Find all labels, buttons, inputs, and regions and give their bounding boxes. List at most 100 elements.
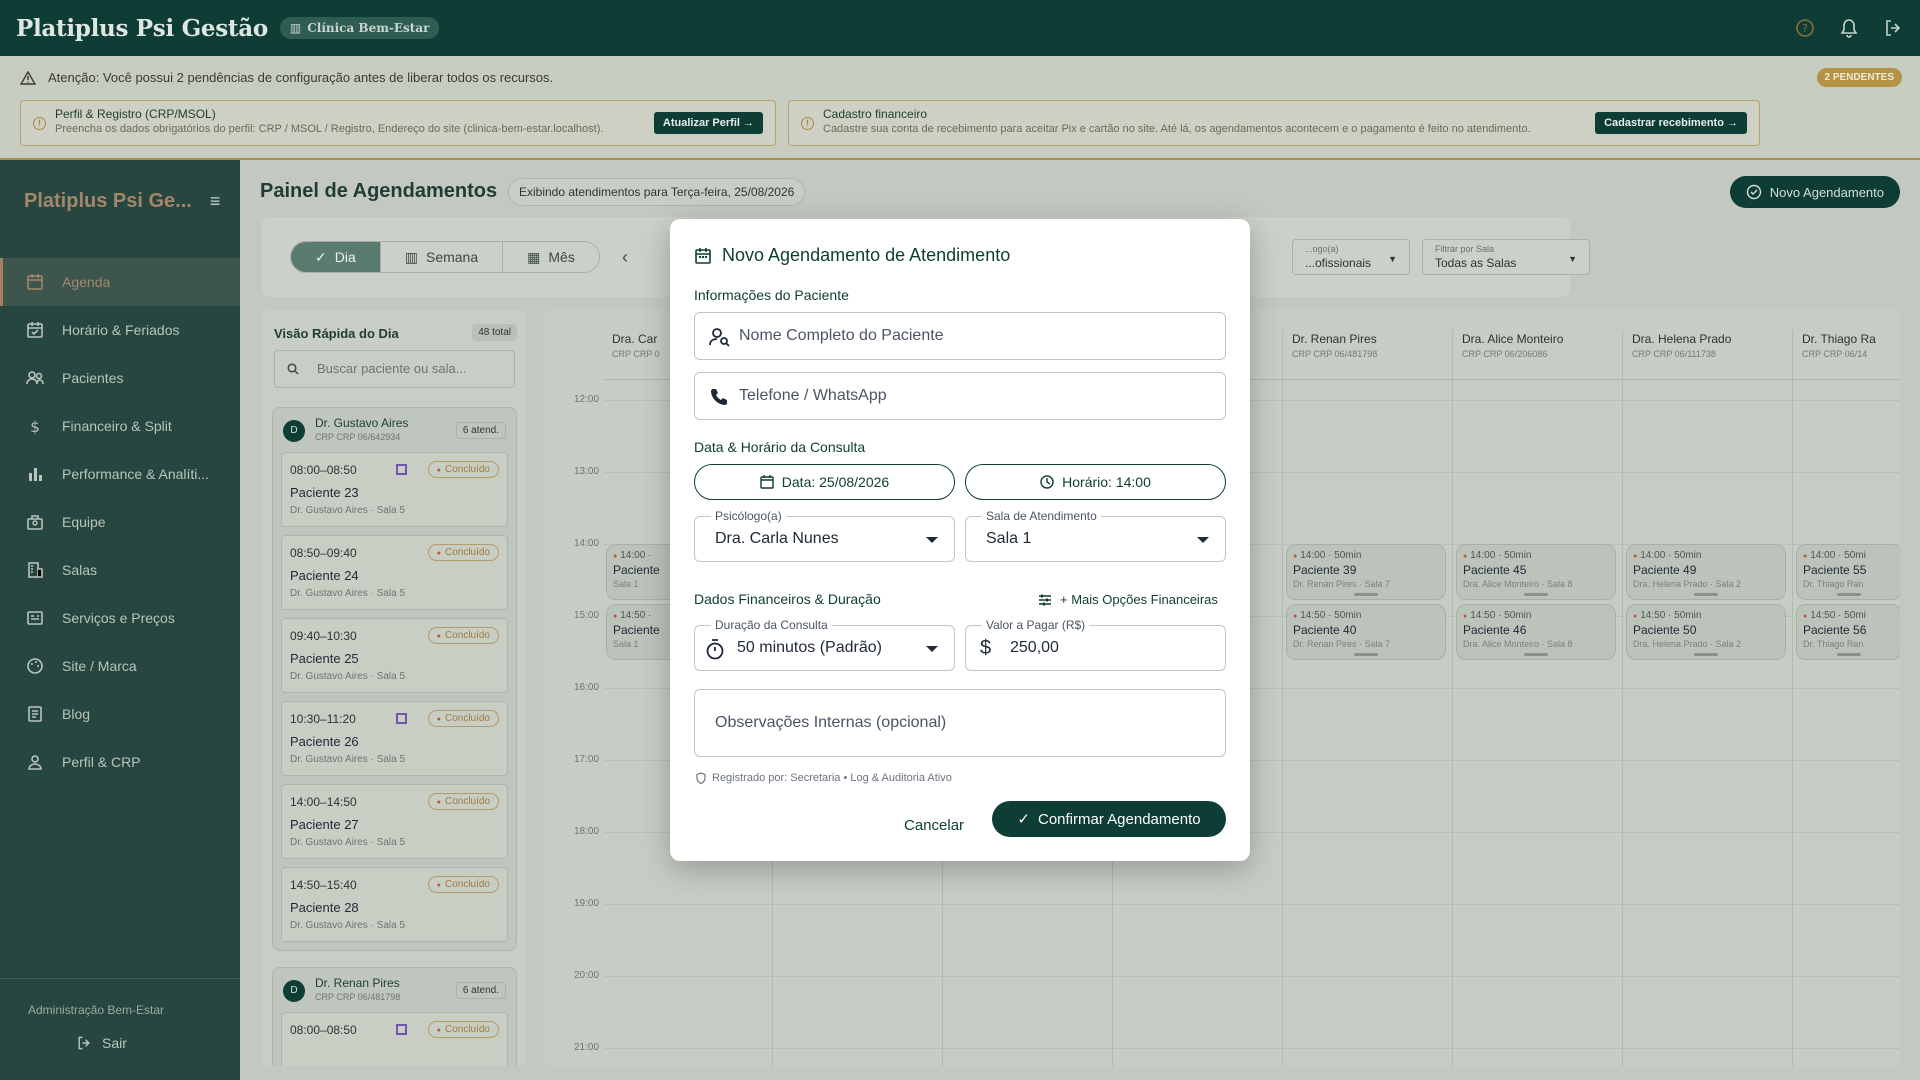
sidebar-item-8[interactable]: Site / Marca (0, 642, 240, 690)
sidebar-item-2[interactable]: Pacientes (0, 354, 240, 402)
column-header: Dra. Helena Prado CRP CRP 06/111738 (1632, 332, 1731, 359)
users-icon (26, 369, 44, 387)
logout-icon[interactable] (1882, 17, 1904, 39)
event-patient: Paciente 49 (1633, 563, 1697, 577)
quick-appointment-item[interactable]: 14:50–15:40 Paciente 28 Dr. Gustavo Aires … (281, 867, 508, 942)
status-dropdown[interactable]: Concluído (427, 544, 499, 561)
hour-label: 20:00 (574, 970, 600, 981)
quick-appointment-item[interactable]: 08:00–08:50 Concluído (281, 1012, 508, 1066)
resize-handle[interactable] (1524, 593, 1548, 596)
event-time: 14:50 · 50mi (1803, 610, 1895, 621)
sidebar-item-7[interactable]: Serviços e Preços (0, 594, 240, 642)
resize-handle[interactable] (1524, 653, 1548, 656)
phone-input[interactable]: Telefone / WhatsApp (694, 372, 1226, 420)
event-patient: Paciente 39 (1293, 563, 1357, 577)
column-header: Dr. Thiago Ra CRP CRP 06/14 (1802, 332, 1876, 359)
quick-view-total: 48 total (472, 324, 517, 341)
status-dropdown[interactable]: Concluído (427, 793, 499, 810)
psychologist-select[interactable]: Psicólogo(a) Dra. Carla Nunes (694, 509, 955, 562)
quick-appointment-item[interactable]: 08:00–08:50 Paciente 23 Dr. Gustavo Aires … (281, 452, 508, 527)
new-appointment-button[interactable]: Novo Agendamento (1729, 176, 1900, 208)
quick-search-placeholder: Buscar paciente ou sala... (317, 361, 467, 376)
event-time: 14:50 · 50min (1633, 610, 1779, 621)
clinic-chip[interactable]: ▥ Clínica Bem-Estar (279, 17, 440, 39)
bar-chart-icon (26, 465, 44, 483)
quick-appointment-item[interactable]: 10:30–11:20 Paciente 26 Dr. Gustavo Aires … (281, 701, 508, 776)
time-picker-button[interactable]: Horário: 14:00 (965, 464, 1226, 500)
collapse-menu-icon[interactable]: ≡ (210, 191, 221, 212)
prev-day-icon[interactable]: ‹ (622, 247, 628, 268)
view-day-button[interactable]: ✓ Dia (291, 242, 381, 272)
sidebar-item-6[interactable]: Salas (0, 546, 240, 594)
calendar-event[interactable]: 14:50 · 50min Paciente 46 Dra. Alice Monte… (1456, 604, 1616, 660)
cancel-button[interactable]: Cancelar (904, 809, 964, 842)
quick-search-input[interactable]: Buscar paciente ou sala... (274, 350, 515, 388)
chevron-down-icon (926, 646, 938, 652)
calendar-event[interactable]: 14:50 · 50min Paciente 40 Dr. Renan Pires … (1286, 604, 1446, 660)
timer-icon (706, 639, 724, 660)
status-dropdown[interactable]: Concluído (427, 627, 499, 644)
view-month-button[interactable]: ▦ Mês (503, 242, 599, 272)
duration-select[interactable]: Duração da Consulta 50 minutos (Padrão) (694, 618, 955, 671)
sidebar-item-10[interactable]: Perfil & CRP (0, 738, 240, 786)
room-select[interactable]: Sala de Atendimento Sala 1 (965, 509, 1226, 562)
status-dropdown[interactable]: Concluído (427, 710, 499, 727)
admin-label: Administração Bem-Estar (28, 1003, 165, 1017)
appointment-time: 10:30–11:20 (290, 712, 356, 726)
sidebar-item-label: Pacientes (62, 370, 124, 386)
quick-group: D Dr. Renan Pires CRP CRP 06/481798 6 atend… (272, 967, 517, 1066)
filter-psychologist[interactable]: ...ogo(a) ...ofissionais ▼ (1292, 239, 1410, 275)
resize-handle[interactable] (1354, 593, 1378, 596)
status-dropdown[interactable]: Concluído (427, 461, 499, 478)
status-dropdown[interactable]: Concluído (427, 876, 499, 893)
quick-appointment-item[interactable]: 14:00–14:50 Paciente 27 Dr. Gustavo Aires … (281, 784, 508, 859)
view-week-button[interactable]: ▥ Semana (381, 242, 504, 272)
psychologist-label: Psicólogo(a) (711, 509, 786, 523)
clinic-name: Clínica Bem-Estar (307, 21, 430, 35)
sidebar-item-0[interactable]: Agenda (0, 258, 240, 306)
help-icon[interactable]: ? (1794, 17, 1816, 39)
price-input[interactable]: Valor a Pagar (R$) $ 250,00 (965, 618, 1226, 671)
psychologist-crp: CRP CRP 06/481798 (315, 992, 401, 1002)
sidebar-item-9[interactable]: Blog (0, 690, 240, 738)
quick-group-header[interactable]: D Dr. Gustavo Aires CRP CRP 06/642934 6 ate… (273, 408, 516, 452)
calendar-event[interactable]: 14:00 · 50mi Paciente 55 Dr. Thiago Ran (1796, 544, 1900, 600)
filter-room-value: Todas as Salas (1435, 256, 1517, 270)
column-divider (1452, 330, 1453, 1066)
sidebar-item-1[interactable]: Horário & Feriados (0, 306, 240, 354)
calendar-event[interactable]: 14:50 · 50min Paciente 50 Dra. Helena Prad… (1626, 604, 1786, 660)
sidebar-brand: Platiplus Psi Ge... (24, 190, 192, 212)
calendar-event[interactable]: 14:00 · 50min Paciente 39 Dr. Renan Pires … (1286, 544, 1446, 600)
logout-button[interactable]: Sair (0, 1035, 240, 1051)
date-picker-button[interactable]: Data: 25/08/2026 (694, 464, 955, 500)
audit-text: Registrado por: Secretaria • Log & Audit… (712, 772, 952, 784)
internal-notes-input[interactable]: Observações Internas (opcional) (694, 689, 1226, 757)
sidebar-item-4[interactable]: Performance & Analíti... (0, 450, 240, 498)
calendar-event[interactable]: 14:50 · 50mi Paciente 56 Dr. Thiago Ran (1796, 604, 1900, 660)
bell-icon[interactable] (1838, 17, 1860, 39)
status-dropdown[interactable]: Concluído (427, 1021, 499, 1038)
event-patient: Paciente 56 (1803, 623, 1867, 637)
patient-name-input[interactable]: Nome Completo do Paciente (694, 312, 1226, 360)
resize-handle[interactable] (1694, 653, 1718, 656)
resize-handle[interactable] (1354, 653, 1378, 656)
view-switcher: ✓ Dia ▥ Semana ▦ Mês (290, 241, 600, 273)
calendar-event[interactable]: 14:00 · 50min Paciente 49 Dra. Helena Prad… (1626, 544, 1786, 600)
dollar-icon: $ (980, 637, 992, 659)
resize-handle[interactable] (1837, 593, 1861, 596)
more-finance-options-button[interactable]: + Mais Opções Financeiras (1038, 592, 1218, 607)
quick-appointment-item[interactable]: 09:40–10:30 Paciente 25 Dr. Gustavo Aires … (281, 618, 508, 693)
resize-handle[interactable] (1694, 593, 1718, 596)
sidebar-item-5[interactable]: Equipe (0, 498, 240, 546)
column-psychologist-crp: CRP CRP 0 (612, 349, 660, 359)
sidebar-item-3[interactable]: $ Financeiro & Split (0, 402, 240, 450)
update-profile-button[interactable]: Atualizar Perfil → (653, 112, 763, 134)
filter-room[interactable]: Filtrar por Sala Todas as Salas ▼ (1422, 239, 1590, 275)
event-time: 14:50 · 50min (1293, 610, 1439, 621)
confirm-appointment-button[interactable]: ✓ Confirmar Agendamento (992, 801, 1226, 837)
resize-handle[interactable] (1837, 653, 1861, 656)
register-payment-button[interactable]: Cadastrar recebimento → (1595, 112, 1747, 134)
quick-group-header[interactable]: D Dr. Renan Pires CRP CRP 06/481798 6 atend… (273, 968, 516, 1012)
quick-appointment-item[interactable]: 08:50–09:40 Paciente 24 Dr. Gustavo Aires … (281, 535, 508, 610)
calendar-event[interactable]: 14:00 · 50min Paciente 45 Dra. Alice Monte… (1456, 544, 1616, 600)
